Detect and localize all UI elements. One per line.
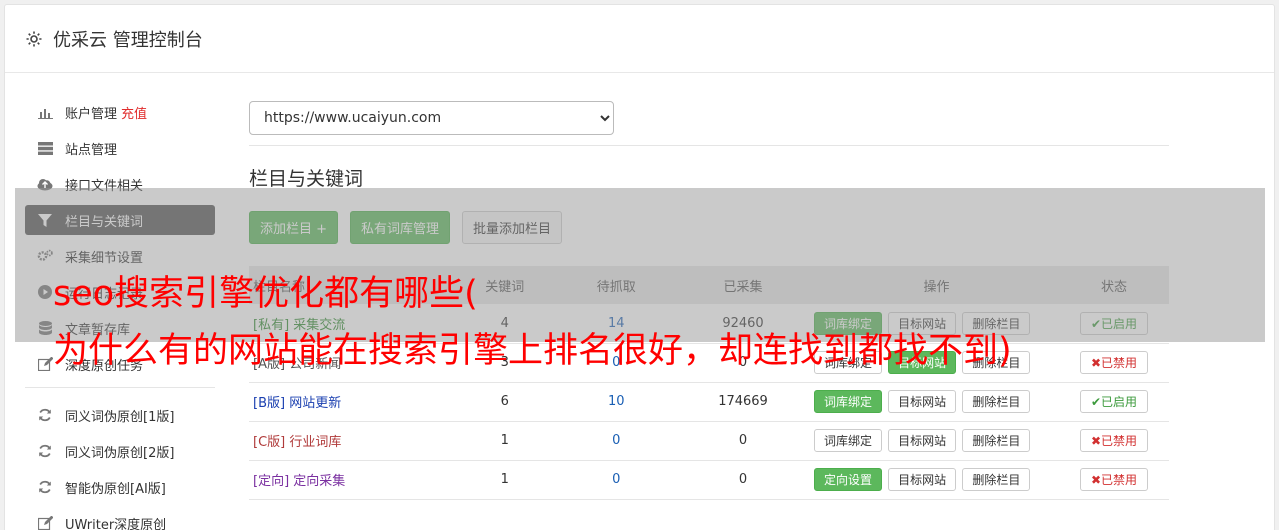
gear-icon <box>25 30 43 48</box>
column-tag: [B版] <box>253 396 286 411</box>
sidebar-item-label: UWriter深度原创 <box>65 517 167 530</box>
status-toggle[interactable]: ✖已禁用 <box>1079 351 1149 374</box>
column-name: 定向采集 <box>293 474 346 489</box>
sidebar-item-label: 智能伪原创[AI版] <box>65 481 166 497</box>
sidebar-item-label: 同义词伪原创[2版] <box>65 445 175 461</box>
site-select[interactable]: https://www.ucaiyun.com <box>249 101 614 135</box>
sidebar-item-label: 站点管理 <box>65 142 118 158</box>
status-toggle[interactable]: ✖已禁用 <box>1079 429 1149 452</box>
collected-count: 0 <box>738 472 748 487</box>
status-toggle[interactable]: ✔已启用 <box>1079 390 1149 413</box>
target-site-button[interactable]: 目标网站 <box>888 468 957 491</box>
edit-icon <box>37 516 53 530</box>
table-row: [C版] 行业词库 1 0 0 词库绑定 目标网站 删除栏目 ✖已禁用 <box>249 421 1169 460</box>
delete-column-button[interactable]: 删除栏目 <box>962 390 1031 413</box>
delete-column-button[interactable]: 删除栏目 <box>962 429 1031 452</box>
sidebar-item-sites[interactable]: 站点管理 <box>25 133 215 163</box>
page-title: 优采云 管理控制台 <box>53 29 203 51</box>
sidebar-divider <box>25 387 215 388</box>
table-row: [定向] 定向采集 1 0 0 定向设置 目标网站 删除栏目 ✖已禁用 <box>249 460 1169 499</box>
pending-count[interactable]: 10 <box>561 382 673 421</box>
overlay-headline-line2: 为什么有的网站能在搜索引擎上排名很好，却连找到都找不到) <box>53 331 1012 371</box>
collected-count: 0 <box>738 433 748 448</box>
bind-lib-button[interactable]: 词库绑定 <box>814 429 883 452</box>
sidebar-item-ai-rewrite[interactable]: 智能伪原创[AI版] <box>25 472 215 502</box>
server-icon <box>37 141 53 155</box>
target-site-button[interactable]: 目标网站 <box>888 429 957 452</box>
column-name: 行业词库 <box>289 435 342 450</box>
column-tag: [C版] <box>253 435 286 450</box>
keyword-count: 6 <box>500 394 509 409</box>
keyword-count: 1 <box>500 433 509 448</box>
bar-chart-icon <box>37 105 53 119</box>
sidebar-item-synonym-v2[interactable]: 同义词伪原创[2版] <box>25 436 215 466</box>
keyword-count: 1 <box>500 472 509 487</box>
pending-count[interactable]: 0 <box>561 421 673 460</box>
status-toggle[interactable]: ✖已禁用 <box>1079 468 1149 491</box>
overlay-headline-line1: seo搜索引擎优化都有哪些( <box>53 274 478 314</box>
bind-lib-button[interactable]: 词库绑定 <box>814 390 883 413</box>
column-link[interactable]: [C版] 行业词库 <box>253 435 341 450</box>
column-link[interactable]: [定向] 定向采集 <box>253 474 345 489</box>
column-name: 网站更新 <box>289 396 342 411</box>
refresh-icon <box>37 408 53 422</box>
sidebar-item-label: 账户管理 <box>65 106 118 122</box>
edit-icon <box>37 357 53 371</box>
sidebar-item-uwriter[interactable]: UWriter深度原创 <box>25 508 215 530</box>
refresh-icon <box>37 444 53 458</box>
content-divider <box>249 145 1169 146</box>
collected-count: 174669 <box>718 394 768 409</box>
column-tag: [定向] <box>253 474 290 489</box>
column-link[interactable]: [B版] 网站更新 <box>253 396 341 411</box>
sidebar-item-synonym-v1[interactable]: 同义词伪原创[1版] <box>25 400 215 430</box>
section-title: 栏目与关键词 <box>249 168 364 190</box>
delete-column-button[interactable]: 删除栏目 <box>962 468 1031 491</box>
overlay-band <box>15 188 1265 342</box>
pending-count[interactable]: 0 <box>561 460 673 499</box>
table-row: [B版] 网站更新 6 10 174669 词库绑定 目标网站 删除栏目 ✔已启… <box>249 382 1169 421</box>
recharge-link[interactable]: 充值 <box>121 103 147 122</box>
sidebar-item-account[interactable]: 账户管理 充值 <box>25 97 215 127</box>
sidebar-item-label: 同义词伪原创[1版] <box>65 409 175 425</box>
console-header: 优采云 管理控制台 <box>5 5 1274 73</box>
refresh-icon <box>37 480 53 494</box>
target-site-button[interactable]: 目标网站 <box>888 390 957 413</box>
directed-settings-button[interactable]: 定向设置 <box>814 468 883 491</box>
